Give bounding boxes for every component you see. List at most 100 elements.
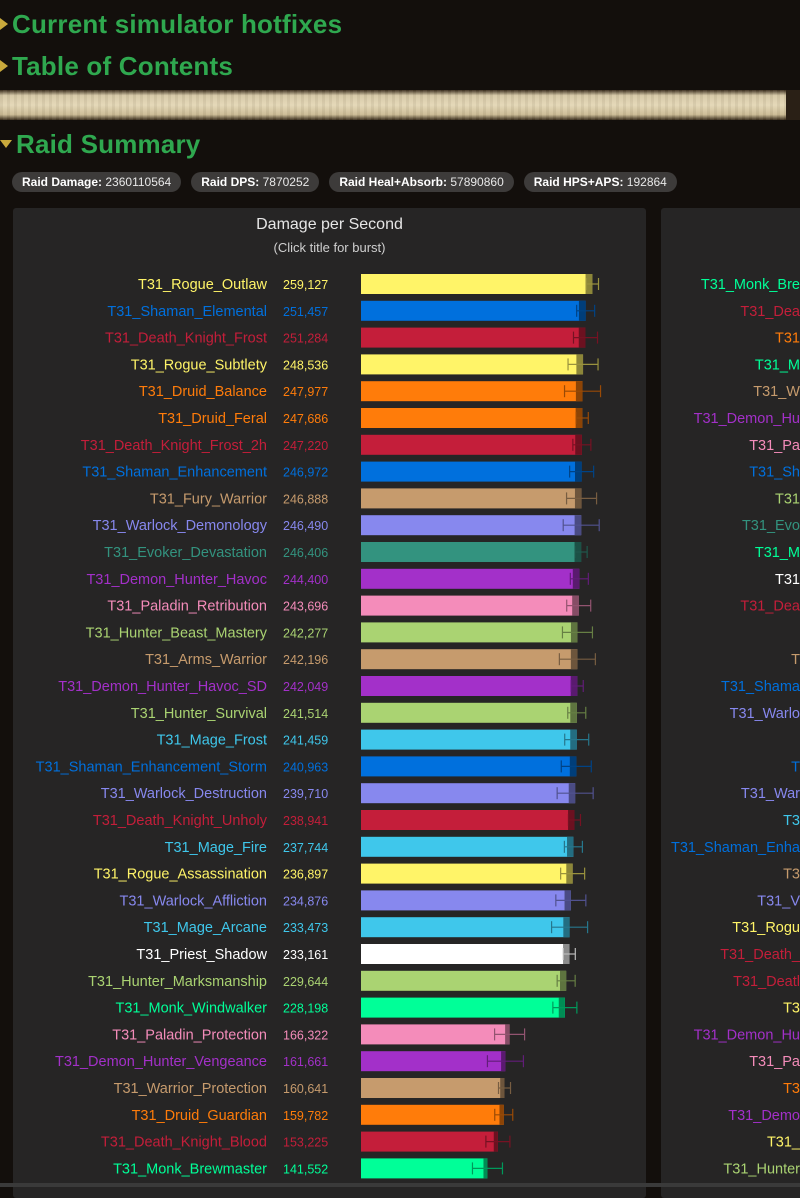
dps-bar xyxy=(361,568,580,589)
category-label: T31_Paladin_Retribution xyxy=(107,599,267,615)
value-label: 247,977 xyxy=(283,385,328,399)
value-label: 153,225 xyxy=(283,1136,328,1150)
dps-bar xyxy=(361,702,577,723)
dps-bar xyxy=(361,836,574,857)
value-label: 229,644 xyxy=(283,975,328,989)
right-panel-label: T31_Hunter xyxy=(723,1161,800,1177)
category-label: T31_Demon_Hunter_Vengeance xyxy=(55,1054,267,1070)
right-panel-label: T31_Demon_Hu xyxy=(694,411,800,427)
right-panel-label: T31_Warlo xyxy=(730,706,800,722)
category-label: T31_Warrior_Protection xyxy=(114,1081,267,1097)
value-label: 244,400 xyxy=(283,573,328,587)
value-label: 241,459 xyxy=(283,734,328,748)
dps-bar xyxy=(361,917,570,938)
dps-bar xyxy=(361,810,575,830)
dps-bar xyxy=(361,515,582,536)
right-panel-label: T31 xyxy=(775,331,800,347)
value-label: 233,161 xyxy=(283,948,328,962)
dps-bar xyxy=(361,542,582,562)
dps-bar xyxy=(361,434,582,455)
category-label: T31_Monk_Windwalker xyxy=(115,1001,267,1017)
dps-bar xyxy=(361,1104,504,1125)
category-label: T31_Mage_Frost xyxy=(157,733,267,749)
right-panel-label: T31 xyxy=(775,572,800,588)
dps-bar xyxy=(361,300,586,321)
dps-bar xyxy=(361,408,583,428)
right-panel-label: T3 xyxy=(783,1081,800,1097)
right-panel-label: T31_War xyxy=(741,786,800,802)
dps-bar xyxy=(361,488,582,509)
dps-bar xyxy=(361,1158,488,1179)
category-label: T31_Paladin_Protection xyxy=(112,1027,267,1043)
right-panel-label: T31_Shaman_Enha xyxy=(671,840,800,856)
value-label: 237,744 xyxy=(283,841,328,855)
right-panel-label: T31_Dea xyxy=(740,304,800,320)
value-label: 247,220 xyxy=(283,439,328,453)
horizontal-scrollbar[interactable] xyxy=(0,1183,800,1187)
dps-bar xyxy=(361,354,584,375)
value-label: 248,536 xyxy=(283,358,328,372)
value-label: 238,941 xyxy=(283,814,328,828)
value-label: 242,277 xyxy=(283,626,328,640)
right-panel-label: T3 xyxy=(783,813,800,829)
value-label: 251,284 xyxy=(283,332,328,346)
right-panel-label: T3 xyxy=(783,1001,800,1017)
right-panel-label: T31_Evo xyxy=(742,518,800,534)
right-panel-label: T31_ xyxy=(767,1135,800,1151)
category-label: T31_Demon_Hunter_Havoc xyxy=(86,572,267,588)
right-panel-label: T31_W xyxy=(753,384,800,400)
category-label: T31_Hunter_Marksmanship xyxy=(88,974,267,990)
category-label: T31_Warlock_Destruction xyxy=(101,786,267,802)
right-panel-label: T31_V xyxy=(757,893,800,909)
category-label: T31_Shaman_Elemental xyxy=(107,304,267,320)
category-label: T31_Demon_Hunter_Havoc_SD xyxy=(58,679,267,695)
right-panel-label: T31_Shama xyxy=(721,679,800,695)
category-label: T31_Druid_Guardian xyxy=(132,1108,267,1124)
right-panel-label: T31 xyxy=(775,491,800,507)
right-panel-label: T31_Demo xyxy=(728,1108,800,1124)
category-label: T31_Shaman_Enhancement_Storm xyxy=(36,759,267,775)
category-label: T31_Fury_Warrior xyxy=(150,491,267,507)
dps-bar xyxy=(361,595,579,616)
dps-bar xyxy=(361,676,578,696)
category-label: T31_Death_Knight_Unholy xyxy=(93,813,268,829)
category-label: T31_Rogue_Outlaw xyxy=(138,277,267,293)
dps-bar xyxy=(361,756,577,777)
right-panel-label: T31_Dea xyxy=(740,599,800,615)
category-label: T31_Death_Knight_Frost xyxy=(105,331,267,347)
value-label: 159,782 xyxy=(283,1109,328,1123)
value-label: 259,127 xyxy=(283,278,328,292)
dps-bar xyxy=(361,622,578,643)
category-label: T31_Druid_Feral xyxy=(158,411,267,427)
category-label: T31_Monk_Brewmaster xyxy=(113,1161,267,1177)
right-panel-label: T xyxy=(791,759,800,775)
value-label: 246,406 xyxy=(283,546,328,560)
category-label: T31_Warlock_Affliction xyxy=(120,893,267,909)
dps-bar xyxy=(361,783,576,804)
dps-bar xyxy=(361,1131,498,1152)
dps-bar xyxy=(361,274,593,294)
value-label: 243,696 xyxy=(283,600,328,614)
right-panel-label: T xyxy=(791,652,800,668)
right-panel-label: T31_Sh xyxy=(749,465,800,481)
dps-bar xyxy=(361,970,567,991)
dps-bar xyxy=(361,327,586,348)
category-label: T31_Shaman_Enhancement xyxy=(82,465,267,481)
value-label: 228,198 xyxy=(283,1002,328,1016)
right-panel-label: T31_M xyxy=(755,357,800,373)
dps-bar xyxy=(361,1078,505,1098)
category-label: T31_Warlock_Demonology xyxy=(93,518,268,534)
right-panel-label: T31_Deatl xyxy=(733,974,800,990)
dps-bar-chart: T31_Rogue_Outlaw 259,127 T31_Shaman_Elemen… xyxy=(36,274,800,1179)
value-label: 236,897 xyxy=(283,868,328,882)
right-panel-label: T31_Monk_Bre xyxy=(701,277,800,293)
right-panel-label: T31_Pa xyxy=(749,438,800,454)
category-label: T31_Arms_Warrior xyxy=(145,652,267,668)
dps-bar xyxy=(361,890,571,911)
value-label: 161,661 xyxy=(283,1055,328,1069)
category-label: T31_Priest_Shadow xyxy=(136,947,267,963)
dps-bar xyxy=(361,1051,506,1072)
right-panel-label: T31_Death_ xyxy=(720,947,800,963)
dps-bar xyxy=(361,461,582,482)
category-label: T31_Evoker_Devastation xyxy=(104,545,267,561)
